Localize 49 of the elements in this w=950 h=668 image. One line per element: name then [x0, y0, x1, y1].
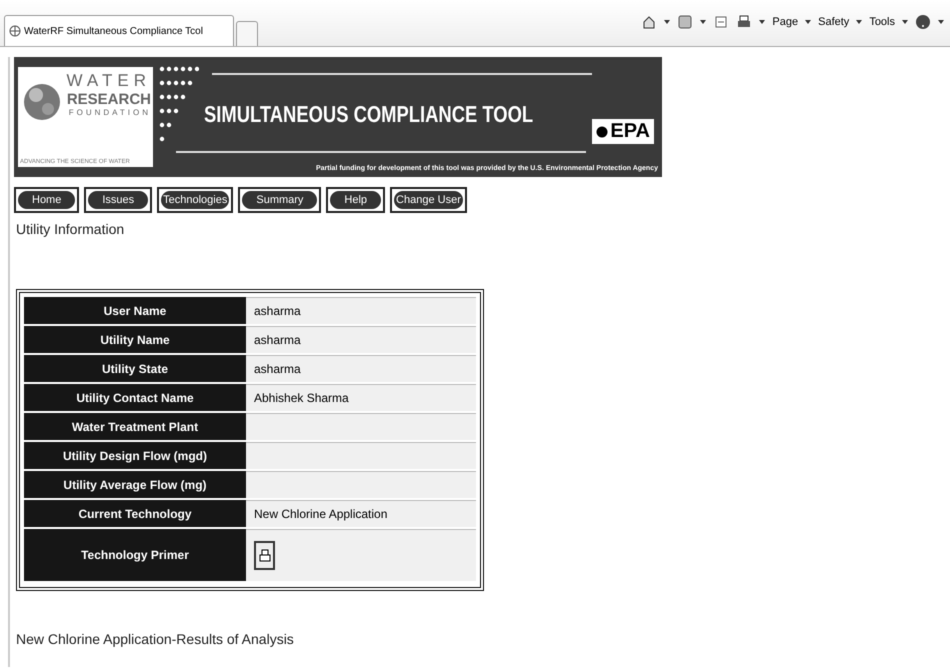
- toolbar-menu[interactable]: Safety: [818, 16, 850, 28]
- help-icon[interactable]: [915, 14, 931, 30]
- agency-text: EPA: [610, 120, 650, 143]
- toolbar-menu[interactable]: Page: [772, 16, 798, 28]
- caret-icon: [664, 20, 670, 24]
- banner-title: SIMULTANEOUS COMPLIANCE TOOL: [204, 101, 534, 128]
- caret-icon: [902, 20, 908, 24]
- row-label: Utility Average Flow (mg): [24, 471, 246, 498]
- row-label: User Name: [24, 297, 246, 324]
- row-value: Abhishek Sharma: [246, 384, 476, 411]
- row-label: Utility Name: [24, 326, 246, 353]
- nav-button[interactable]: Technologies: [157, 187, 234, 213]
- nav-button[interactable]: Issues: [84, 187, 152, 213]
- globe-icon: [9, 25, 21, 37]
- toolbar-menu[interactable]: Tools: [869, 16, 895, 28]
- row-value: New Chlorine Application: [246, 500, 476, 527]
- new-tab-button[interactable]: [236, 21, 258, 46]
- tab-title: WaterRF Simultaneous Compliance Tcol: [24, 26, 203, 36]
- section-title: Utility Information: [16, 221, 126, 237]
- browser-tab[interactable]: WaterRF Simultaneous Compliance Tcol: [4, 15, 234, 46]
- nav-button[interactable]: Home: [14, 187, 80, 213]
- row-value: asharma: [246, 355, 476, 382]
- logo-text: FOUNDATION: [68, 108, 151, 117]
- page-icon[interactable]: [713, 14, 730, 30]
- print-icon[interactable]: [736, 14, 752, 30]
- logo-text: RESEARCH: [66, 90, 151, 108]
- agency-emblem-icon: [596, 124, 608, 140]
- nav-button[interactable]: Summary: [238, 187, 322, 213]
- row-value: asharma: [246, 326, 476, 353]
- row-label: Current Technology: [24, 500, 246, 527]
- logo-text: WATER: [66, 71, 151, 91]
- nav-button[interactable]: Help: [326, 187, 386, 213]
- caret-icon: [759, 20, 766, 24]
- row-label: Water Treatment Plant: [24, 413, 246, 440]
- print-icon: [258, 548, 270, 564]
- row-value: asharma: [246, 297, 476, 324]
- row-label: Utility Design Flow (mgd): [24, 442, 246, 469]
- feed-icon[interactable]: [677, 14, 694, 30]
- caret-icon: [938, 20, 944, 24]
- caret-icon: [856, 20, 862, 24]
- row-label: Technology Primer: [24, 529, 246, 581]
- print-button[interactable]: [254, 541, 275, 570]
- caret-icon: [805, 20, 812, 24]
- caret-icon: [700, 20, 706, 24]
- results-title: New Chlorine Application-Results of Analysis: [16, 631, 295, 647]
- nav-button[interactable]: Change User: [390, 187, 467, 213]
- home-icon[interactable]: [641, 14, 658, 30]
- row-label: Utility Contact Name: [24, 384, 246, 411]
- row-label: Utility State: [24, 355, 246, 382]
